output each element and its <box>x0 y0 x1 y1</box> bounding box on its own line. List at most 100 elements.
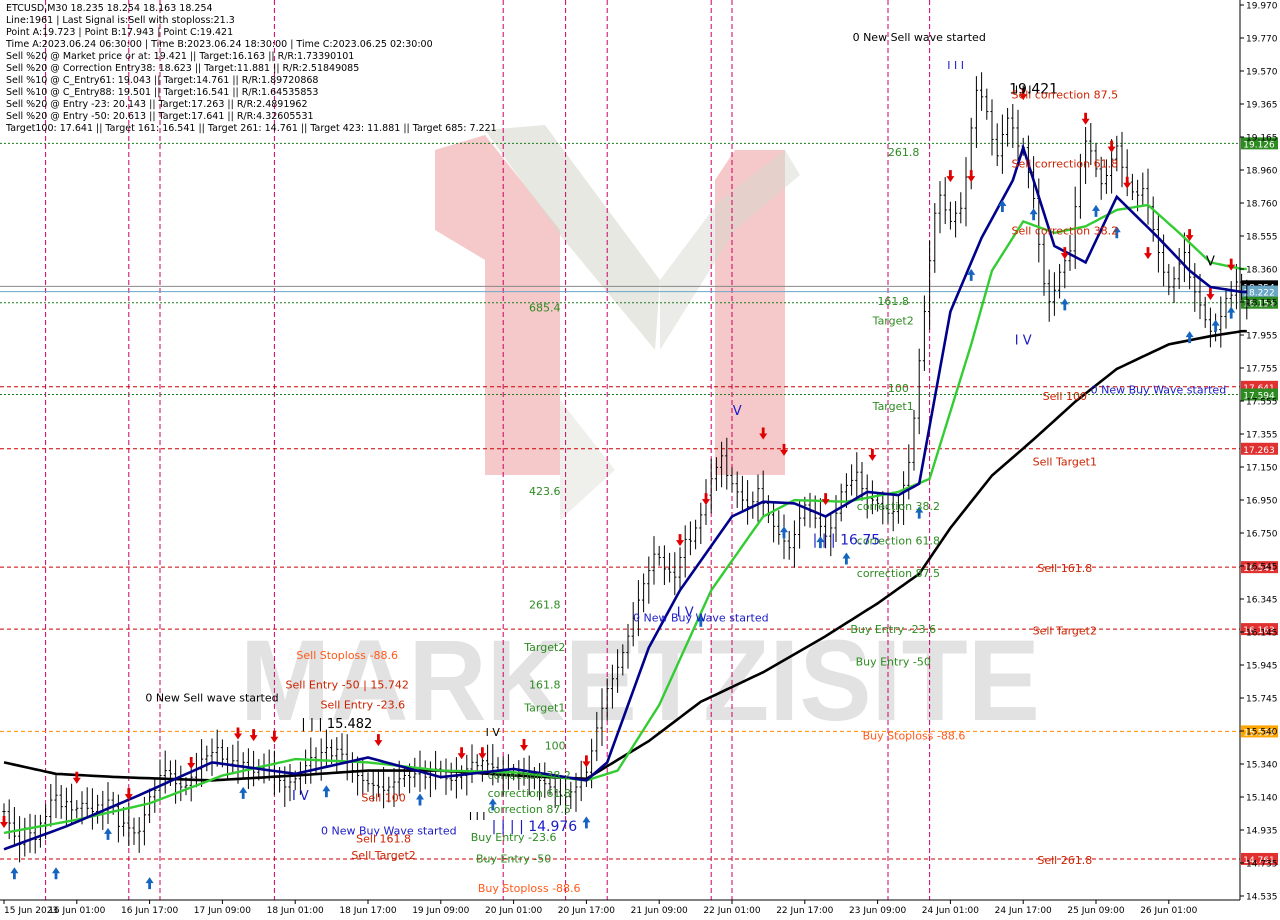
buy-arrow-icon <box>998 200 1007 213</box>
y-tick-label: 15.140 <box>1246 794 1278 804</box>
sell-arrow-icon <box>457 747 466 760</box>
y-tick-label: 14.535 <box>1246 893 1278 903</box>
wave-annotation: correction 87.5 <box>488 803 571 816</box>
x-tick-label: 16 Jun 17:00 <box>121 906 178 916</box>
wave-annotation: 423.6 <box>529 485 561 498</box>
x-tick-label: 23 Jun 09:00 <box>849 906 906 916</box>
buy-arrow-icon <box>10 867 19 880</box>
wave-annotation: Target1 <box>523 702 565 715</box>
y-tick-label: 18.760 <box>1246 200 1278 210</box>
wave-annotation: I V <box>292 789 309 804</box>
sell-arrow-icon <box>1227 258 1236 271</box>
x-tick-label: 22 Jun 17:00 <box>776 906 833 916</box>
x-tick-label: 18 Jun 01:00 <box>267 906 324 916</box>
x-tick-label: 24 Jun 01:00 <box>922 906 979 916</box>
wave-annotation: Sell Target2 <box>351 849 415 862</box>
y-tick-label: 15.340 <box>1246 761 1278 771</box>
chart-window: MARKETZISITE 19.12618.25418.22218.15417.… <box>0 0 1280 920</box>
y-tick-label: 16.545 <box>1246 563 1278 573</box>
sell-arrow-icon <box>1107 140 1116 153</box>
info-line: Sell %20 @ Correction Entry38: 18.623 ||… <box>6 63 360 74</box>
wave-annotation: Sell Entry -23.6 <box>321 698 406 711</box>
wave-annotation: V <box>733 404 742 419</box>
y-tick-label: 16.145 <box>1246 629 1278 639</box>
sell-arrow-icon <box>0 816 8 829</box>
y-tick-label: 14.735 <box>1246 860 1278 870</box>
info-line: Sell %20 @ Market price or at: 19.421 ||… <box>6 51 355 62</box>
wave-annotation: Buy Stoploss -88.6 <box>478 882 581 895</box>
wave-annotation: correction 87.5 <box>857 567 940 580</box>
wave-annotation: 100 <box>545 739 566 752</box>
y-tick-label: 19.365 <box>1246 101 1278 111</box>
info-line: Target100: 17.641 || Target 161: 16.541 … <box>6 123 497 134</box>
x-tick-label: 21 Jun 09:00 <box>631 906 688 916</box>
y-tick-label: 15.945 <box>1246 662 1278 672</box>
wave-annotation: 261.8 <box>888 146 920 159</box>
buy-arrow-icon <box>582 816 591 829</box>
info-line: Sell %10 @ C_Entry61: 19.043 || Target:1… <box>6 75 319 86</box>
x-tick-label: 17 Jun 09:00 <box>194 906 251 916</box>
x-tick-label: 18 Jun 17:00 <box>339 906 396 916</box>
price-chart[interactable]: MARKETZISITE 19.12618.25418.22218.15417.… <box>0 0 1280 920</box>
info-panel: ETCUSD,M30 18.235 18.254 18.163 18.254 L… <box>6 3 497 135</box>
wave-annotation: correction 38.2 <box>488 769 571 782</box>
y-tick-label: 18.360 <box>1246 266 1278 276</box>
wave-annotation: 0 New Buy Wave started <box>1091 384 1227 397</box>
y-tick-label: 15.745 <box>1246 695 1278 705</box>
wave-annotation: Sell 161.8 <box>1037 562 1092 575</box>
buy-arrow-icon <box>1060 298 1069 311</box>
wave-annotation: Sell 100 <box>361 792 405 805</box>
buy-arrow-icon <box>239 786 248 799</box>
info-line: Line:1961 | Last Signal is:Sell with sto… <box>6 15 235 26</box>
wave-annotation: Sell Target1 <box>1033 456 1097 469</box>
info-line: Point A:19.723 | Point B:17.943 | Point … <box>6 27 234 38</box>
wave-annotation: 0 New Buy Wave started <box>633 611 769 624</box>
signal-info-lines: Line:1961 | Last Signal is:Sell with sto… <box>6 15 497 135</box>
wave-annotation: Sell 161.8 <box>356 833 411 846</box>
buy-arrow-icon <box>842 552 851 565</box>
wave-annotation: Target2 <box>872 315 914 328</box>
y-tick-label: 19.165 <box>1246 134 1278 144</box>
wave-annotation: Sell Entry -50 | 15.742 <box>286 679 409 692</box>
sell-arrow-icon <box>1206 288 1215 301</box>
wave-annotation: Sell correction 61.8 <box>1011 157 1118 170</box>
sell-arrow-icon <box>1123 176 1132 189</box>
wave-annotation: Buy Stoploss -88.6 <box>863 729 966 742</box>
buy-arrow-icon <box>1211 319 1220 332</box>
y-tick-label: 19.570 <box>1246 68 1278 78</box>
wave-annotation: I I I <box>469 810 486 823</box>
wave-annotation: Sell 100 <box>1043 390 1087 403</box>
y-tick-label: 17.955 <box>1246 332 1278 342</box>
wave-annotation: I V <box>1015 333 1032 348</box>
sell-arrow-icon <box>478 747 487 760</box>
price-level-label: 17.263 <box>1243 446 1275 456</box>
sell-arrow-icon <box>187 757 196 770</box>
y-tick-label: 14.935 <box>1246 827 1278 837</box>
sell-arrow-icon <box>821 493 830 506</box>
y-tick-label: 16.950 <box>1246 497 1278 507</box>
sell-arrow-icon <box>582 755 591 768</box>
wave-annotation: 261.8 <box>529 598 561 611</box>
wave-annotation: 100 <box>888 382 909 395</box>
buy-arrow-icon <box>1227 306 1236 319</box>
buy-arrow-icon <box>416 793 424 806</box>
x-tick-label: 25 Jun 09:00 <box>1067 906 1124 916</box>
wave-annotation: Buy Entry -23.6 <box>471 831 557 844</box>
buy-arrow-icon <box>52 867 60 880</box>
buy-arrow-icon <box>145 877 154 890</box>
buy-arrow-icon <box>104 827 112 840</box>
sell-arrow-icon <box>1081 112 1090 125</box>
wave-annotation: I I I <box>947 59 964 72</box>
sell-arrow-icon <box>702 493 710 506</box>
buy-arrow-icon <box>322 785 331 798</box>
y-tick-label: 18.960 <box>1246 167 1278 177</box>
wave-annotation: Target1 <box>872 400 914 413</box>
buy-arrow-icon <box>1029 208 1038 221</box>
wave-annotation: Buy Entry -23.6 <box>850 623 936 636</box>
wave-annotation: Buy Entry -50 <box>856 656 931 669</box>
y-tick-label: 18.155 <box>1246 299 1278 309</box>
wave-annotation: Target2 <box>523 641 565 654</box>
wave-annotation: Sell Stoploss -88.6 <box>296 649 398 662</box>
wave-annotations: 0 New Sell wave started19.421Sell correc… <box>145 31 1226 895</box>
y-tick-label: 19.770 <box>1246 35 1278 45</box>
